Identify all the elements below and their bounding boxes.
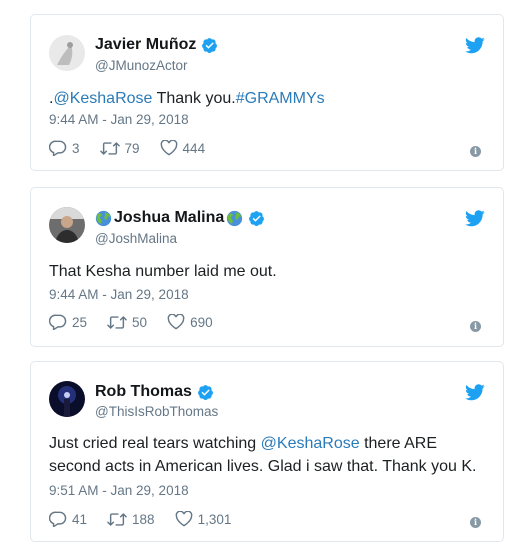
reply-button[interactable]: 25 xyxy=(49,314,87,330)
reply-count: 41 xyxy=(72,511,88,527)
tweet-text: That Kesha number laid me out. xyxy=(49,263,277,280)
author-name[interactable]: Rob Thomas xyxy=(95,383,192,401)
tweet-text: Just cried real tears watching @KeshaRos… xyxy=(49,432,489,478)
like-icon xyxy=(167,314,185,330)
mention-link[interactable]: @KeshaRose xyxy=(261,435,360,452)
like-count: 690 xyxy=(190,314,213,330)
reply-icon xyxy=(49,314,67,330)
tweet-timestamp[interactable]: 9:51 AM - Jan 29, 2018 xyxy=(49,483,189,498)
avatar[interactable] xyxy=(49,35,85,71)
tweet-card[interactable]: Joshua Malina @JoshMalina That Kesha num… xyxy=(30,187,504,347)
tweet-actions: 25 50 690 xyxy=(49,314,233,330)
reply-count: 25 xyxy=(72,314,88,330)
mention-link[interactable]: @KeshaRose xyxy=(53,90,152,107)
like-count: 444 xyxy=(182,140,206,156)
like-icon xyxy=(175,511,193,527)
twitter-bird-icon[interactable] xyxy=(465,210,485,227)
text-body: there ARE xyxy=(359,435,437,452)
tweet-actions: 41 188 1,301 xyxy=(49,511,251,527)
retweet-count: 50 xyxy=(132,314,148,330)
text-body: Just cried real tears watching xyxy=(49,435,261,452)
avatar[interactable] xyxy=(49,381,85,417)
retweet-button[interactable]: 188 xyxy=(107,512,155,527)
reply-button[interactable]: 41 xyxy=(49,511,87,527)
retweet-icon xyxy=(100,141,120,156)
verified-badge-icon xyxy=(248,210,265,227)
tweet-timestamp[interactable]: 9:44 AM - Jan 29, 2018 xyxy=(49,112,189,127)
like-button[interactable]: 690 xyxy=(167,314,213,330)
author-handle[interactable]: @JoshMalina xyxy=(95,231,177,246)
author-handle[interactable]: @ThisIsRobThomas xyxy=(95,404,218,419)
like-button[interactable]: 1,301 xyxy=(175,511,232,527)
verified-badge-icon xyxy=(197,384,214,401)
verified-badge-icon xyxy=(201,37,218,54)
tweet-actions: 3 79 444 xyxy=(49,140,225,156)
reply-count: 3 xyxy=(72,140,80,156)
tweet-timestamp[interactable]: 9:44 AM - Jan 29, 2018 xyxy=(49,287,189,302)
retweet-count: 188 xyxy=(132,511,155,527)
info-icon[interactable]: i xyxy=(470,321,481,332)
retweet-icon xyxy=(107,512,127,527)
reply-icon xyxy=(49,511,67,527)
twitter-bird-icon[interactable] xyxy=(465,37,485,54)
author-name[interactable]: Javier Muñoz xyxy=(95,36,196,54)
reply-button[interactable]: 3 xyxy=(49,140,80,156)
tweet-card[interactable]: Rob Thomas @ThisIsRobThomas Just cried r… xyxy=(30,361,504,542)
avatar[interactable] xyxy=(49,207,85,243)
like-count: 1,301 xyxy=(197,511,232,527)
retweet-button[interactable]: 50 xyxy=(107,315,147,330)
retweet-icon xyxy=(107,315,127,330)
globe-icon xyxy=(95,210,112,227)
author-handle[interactable]: @JMunozActor xyxy=(95,58,187,73)
info-icon[interactable]: i xyxy=(470,517,481,528)
like-icon xyxy=(160,140,178,156)
tweet-text: .@KeshaRose Thank you.#GRAMMYs xyxy=(49,87,489,110)
info-icon[interactable]: i xyxy=(470,146,481,157)
retweet-count: 79 xyxy=(124,140,140,156)
text-body: Thank you. xyxy=(152,90,236,107)
author-name[interactable]: Joshua Malina xyxy=(114,209,224,227)
like-button[interactable]: 444 xyxy=(160,140,206,156)
hashtag-link[interactable]: #GRAMMYs xyxy=(236,90,325,107)
twitter-bird-icon[interactable] xyxy=(465,384,485,401)
retweet-button[interactable]: 79 xyxy=(100,141,140,156)
reply-icon xyxy=(49,140,67,156)
text-body: second acts in American lives. Glad i sa… xyxy=(49,458,477,475)
globe-icon xyxy=(226,210,243,227)
tweet-card[interactable]: Javier Muñoz @JMunozActor .@KeshaRose Th… xyxy=(30,14,504,171)
